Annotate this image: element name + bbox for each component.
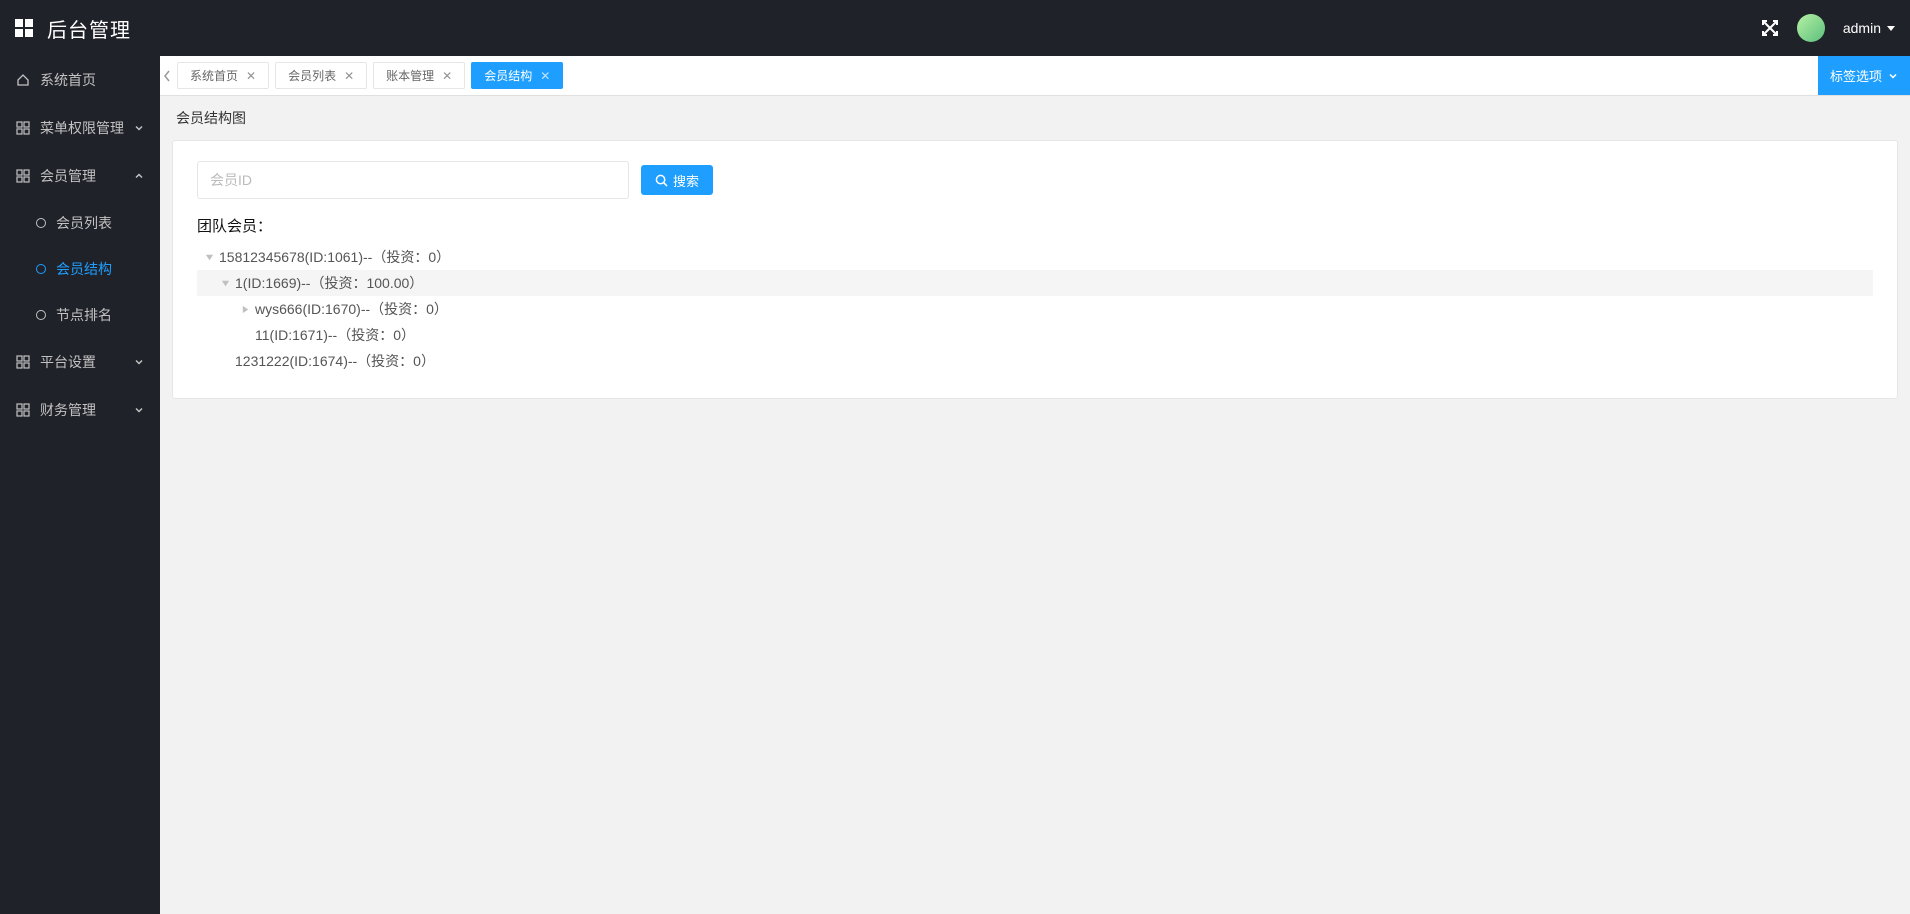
- tree-node-label: 1(ID:1669)--（投资：100.00）: [235, 273, 423, 293]
- chevron-down-icon: [134, 405, 144, 415]
- home-icon: [16, 73, 30, 87]
- tab-label: 系统首页: [190, 67, 238, 84]
- grid-icon: [15, 19, 33, 37]
- member-id-input[interactable]: [197, 161, 629, 199]
- team-members-label: 团队会员：: [197, 215, 1873, 236]
- tab-label: 会员列表: [288, 67, 336, 84]
- tab-member-list[interactable]: 会员列表 ✕: [275, 62, 367, 89]
- sidebar-sub-label: 会员结构: [56, 259, 112, 279]
- sidebar-sub-member-list[interactable]: 会员列表: [0, 200, 160, 246]
- circle-icon: [36, 218, 46, 228]
- chevron-up-icon: [134, 171, 144, 181]
- sidebar-item-label: 平台设置: [40, 352, 96, 372]
- avatar[interactable]: [1797, 14, 1825, 42]
- search-icon: [655, 174, 668, 187]
- tree-toggle-open-icon[interactable]: [201, 253, 217, 262]
- sidebar-sub-label: 会员列表: [56, 213, 112, 233]
- app-title: 后台管理: [47, 14, 131, 43]
- tab-label: 会员结构: [484, 67, 532, 84]
- circle-icon: [36, 264, 46, 274]
- tree-node[interactable]: 15812345678(ID:1061)--（投资：0）: [197, 244, 1873, 270]
- header: 后台管理 admin: [0, 0, 1910, 56]
- chevron-down-icon: [134, 357, 144, 367]
- sidebar-sub-node-rank[interactable]: 节点排名: [0, 292, 160, 338]
- component-icon: [16, 403, 30, 417]
- tree-node[interactable]: · 11(ID:1671)--（投资：0）: [197, 322, 1873, 348]
- close-icon[interactable]: ✕: [246, 69, 256, 83]
- tabbar: 系统首页 ✕ 会员列表 ✕ 账本管理 ✕ 会员结构 ✕ 标签选项: [160, 56, 1910, 96]
- close-icon[interactable]: ✕: [540, 69, 550, 83]
- tree-node-label: 1231222(ID:1674)--（投资：0）: [235, 351, 435, 371]
- tab-label: 账本管理: [386, 67, 434, 84]
- sidebar-item-platform[interactable]: 平台设置: [0, 338, 160, 386]
- user-menu[interactable]: admin: [1843, 20, 1895, 36]
- chevron-down-icon: [1888, 71, 1898, 81]
- main-content: 系统首页 ✕ 会员列表 ✕ 账本管理 ✕ 会员结构 ✕ 标签选项 会员结构图 搜…: [160, 56, 1910, 399]
- close-icon[interactable]: ✕: [344, 69, 354, 83]
- component-icon: [16, 121, 30, 135]
- component-icon: [16, 355, 30, 369]
- sidebar-item-label: 财务管理: [40, 400, 96, 420]
- tree-node[interactable]: 1(ID:1669)--（投资：100.00）: [197, 270, 1873, 296]
- chevron-down-icon: [1887, 26, 1895, 31]
- member-tree: 15812345678(ID:1061)--（投资：0） 1(ID:1669)-…: [197, 244, 1873, 374]
- tree-node[interactable]: · 1231222(ID:1674)--（投资：0）: [197, 348, 1873, 374]
- sidebar-sub-member-structure[interactable]: 会员结构: [0, 246, 160, 292]
- username-label: admin: [1843, 20, 1881, 36]
- search-button-label: 搜索: [673, 171, 699, 190]
- search-button[interactable]: 搜索: [641, 165, 713, 195]
- tree-node-label: wys666(ID:1670)--（投资：0）: [255, 299, 448, 319]
- sidebar: 系统首页 菜单权限管理 会员管理 会员列表 会员结构 节点排名 平台设置: [0, 56, 160, 914]
- tab-ledger[interactable]: 账本管理 ✕: [373, 62, 465, 89]
- sidebar-item-menu-perm[interactable]: 菜单权限管理: [0, 104, 160, 152]
- sidebar-item-finance[interactable]: 财务管理: [0, 386, 160, 434]
- tree-node[interactable]: wys666(ID:1670)--（投资：0）: [197, 296, 1873, 322]
- sidebar-item-label: 系统首页: [40, 70, 96, 90]
- tab-options-button[interactable]: 标签选项: [1818, 56, 1910, 95]
- chevron-down-icon: [134, 123, 144, 133]
- tree-node-label: 11(ID:1671)--（投资：0）: [255, 325, 415, 345]
- tab-member-structure[interactable]: 会员结构 ✕: [471, 62, 563, 89]
- page-title: 会员结构图: [160, 96, 1910, 140]
- sidebar-item-home[interactable]: 系统首页: [0, 56, 160, 104]
- tree-toggle-open-icon[interactable]: [217, 279, 233, 288]
- component-icon: [16, 169, 30, 183]
- tab-home[interactable]: 系统首页 ✕: [177, 62, 269, 89]
- tab-scroll-left[interactable]: [160, 56, 174, 95]
- fullscreen-icon[interactable]: [1761, 19, 1779, 37]
- search-row: 搜索: [197, 161, 1873, 199]
- tree-toggle-closed-icon[interactable]: [237, 305, 253, 314]
- content-panel: 搜索 团队会员： 15812345678(ID:1061)--（投资：0） 1(…: [172, 140, 1898, 399]
- sidebar-item-member[interactable]: 会员管理: [0, 152, 160, 200]
- circle-icon: [36, 310, 46, 320]
- tree-node-label: 15812345678(ID:1061)--（投资：0）: [219, 247, 450, 267]
- sidebar-item-label: 会员管理: [40, 166, 96, 186]
- sidebar-sub-label: 节点排名: [56, 305, 112, 325]
- close-icon[interactable]: ✕: [442, 69, 452, 83]
- tab-options-label: 标签选项: [1830, 66, 1882, 85]
- sidebar-item-label: 菜单权限管理: [40, 118, 124, 138]
